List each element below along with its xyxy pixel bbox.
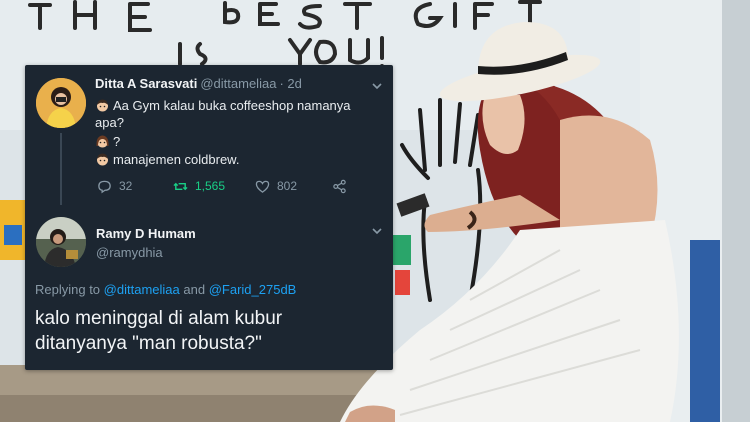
thread-connector (60, 133, 62, 205)
tweet-text: ? (113, 134, 121, 149)
boy-emoji-icon (97, 153, 108, 166)
retweet-button[interactable]: 1,565 (173, 177, 225, 195)
tweet-line-4: manajemen coldbrew. (95, 152, 239, 167)
chevron-down-icon[interactable] (371, 225, 383, 237)
girl-emoji-icon (96, 135, 109, 148)
replying-and: and (183, 282, 206, 297)
tweet-card: Ditta A Sarasvati @dittameliaa · 2d Aa Gym… (25, 65, 393, 370)
mention-link[interactable]: @Farid_275dB (209, 282, 297, 297)
reply-author-handle[interactable]: @ramydhia (96, 245, 163, 260)
tweet-text: apa? (95, 115, 124, 130)
reply-text: kalo meninggal di alam kubur ditanyanya … (35, 306, 385, 356)
reply-text-line: kalo meninggal di alam kubur (35, 308, 283, 329)
tweet-header: Ditta A Sarasvati @dittameliaa · 2d (95, 76, 302, 91)
like-button[interactable]: 802 (255, 177, 297, 195)
author-name[interactable]: Ditta A Sarasvati (95, 76, 197, 91)
tweet-line-3: ? (95, 134, 120, 149)
reply-text-line: ditanyanya "man robusta?" (35, 333, 262, 354)
share-button[interactable] (332, 177, 347, 195)
author-avatar[interactable] (36, 78, 86, 128)
reply-button[interactable]: 32 (97, 177, 132, 195)
retweet-icon (173, 182, 188, 190)
reply-author-name[interactable]: Ramy D Humam (96, 226, 196, 241)
author-handle[interactable]: @dittameliaa (200, 76, 276, 91)
replying-to: Replying to @dittameliaa and @Farid_275d… (35, 282, 296, 297)
tweet-time[interactable]: · 2d (279, 76, 301, 91)
reply-count: 32 (119, 179, 133, 193)
like-icon (255, 180, 270, 193)
tweet-text: manajemen coldbrew. (113, 152, 240, 167)
replying-prefix: Replying to (35, 282, 101, 297)
retweet-count: 1,565 (195, 179, 226, 193)
tweet-line-2: apa? (95, 115, 124, 130)
reply-icon (98, 180, 111, 193)
like-count: 802 (277, 179, 298, 193)
tweet-text: Aa Gym kalau buka coffeeshop namanya (113, 98, 351, 113)
chevron-down-icon[interactable] (371, 80, 383, 92)
mention-link[interactable]: @dittameliaa (104, 282, 180, 297)
boy-emoji-icon (97, 99, 108, 112)
tweet-line-1: Aa Gym kalau buka coffeeshop namanya (95, 98, 351, 113)
share-icon (333, 179, 346, 193)
reply-author-avatar[interactable] (36, 217, 86, 267)
